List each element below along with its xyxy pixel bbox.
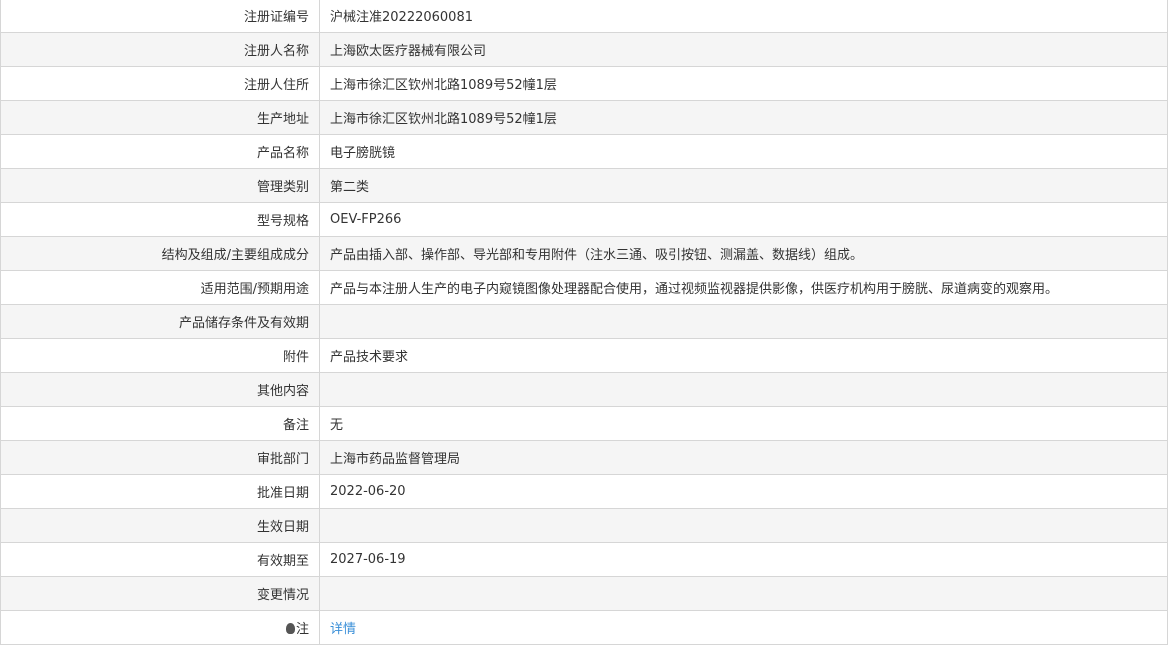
field-value: 沪械注准20222060081 xyxy=(319,0,1168,33)
table-row: 型号规格 OEV-FP266 xyxy=(0,202,1168,237)
field-value: 2027-06-19 xyxy=(319,542,1168,577)
field-label: 注册证编号 xyxy=(0,0,320,33)
field-label: 适用范围/预期用途 xyxy=(0,270,320,305)
field-label: 备注 xyxy=(0,406,320,441)
table-row: 附件 产品技术要求 xyxy=(0,338,1168,373)
field-label: 生效日期 xyxy=(0,508,320,543)
field-value xyxy=(319,304,1168,339)
field-value: 产品技术要求 xyxy=(319,338,1168,373)
note-label-cell: 注 xyxy=(0,610,320,645)
field-label: 有效期至 xyxy=(0,542,320,577)
field-value: 无 xyxy=(319,406,1168,441)
field-label: 生产地址 xyxy=(0,100,320,135)
field-value: 产品与本注册人生产的电子内窥镜图像处理器配合使用，通过视频监视器提供影像，供医疗… xyxy=(319,270,1168,305)
field-label: 审批部门 xyxy=(0,440,320,475)
field-label: 注册人住所 xyxy=(0,66,320,101)
lightbulb-icon xyxy=(285,623,295,634)
details-link[interactable]: 详情 xyxy=(330,622,356,637)
field-label: 注册人名称 xyxy=(0,32,320,67)
field-value: 电子膀胱镜 xyxy=(319,134,1168,169)
field-value: 产品由插入部、操作部、导光部和专用附件（注水三通、吸引按钮、测漏盖、数据线）组成… xyxy=(319,236,1168,271)
table-row: 生效日期 xyxy=(0,508,1168,543)
field-label: 产品储存条件及有效期 xyxy=(0,304,320,339)
table-row: 适用范围/预期用途 产品与本注册人生产的电子内窥镜图像处理器配合使用，通过视频监视… xyxy=(0,270,1168,305)
table-row: 注册人住所 上海市徐汇区钦州北路1089号52幢1层 xyxy=(0,66,1168,101)
table-row: 产品储存条件及有效期 xyxy=(0,304,1168,339)
field-label: 结构及组成/主要组成成分 xyxy=(0,236,320,271)
field-label: 附件 xyxy=(0,338,320,373)
field-value: OEV-FP266 xyxy=(319,202,1168,237)
table-row: 结构及组成/主要组成成分 产品由插入部、操作部、导光部和专用附件（注水三通、吸引按… xyxy=(0,236,1168,271)
field-label: 管理类别 xyxy=(0,168,320,203)
table-row: 备注无 xyxy=(0,406,1168,441)
field-value: 上海市徐汇区钦州北路1089号52幢1层 xyxy=(319,100,1168,135)
registration-detail-table: 注册证编号 沪械注准20222060081 注册人名称 上海欧太医疗器械有限公司 注册人… xyxy=(0,0,1168,645)
table-row: 批准日期 2022-06-20 xyxy=(0,474,1168,509)
field-value: 第二类 xyxy=(319,168,1168,203)
table-row: 生产地址 上海市徐汇区钦州北路1089号52幢1层 xyxy=(0,100,1168,135)
field-value xyxy=(319,576,1168,611)
field-value xyxy=(319,508,1168,543)
field-value: 上海市药品监督管理局 xyxy=(319,440,1168,475)
field-value: 上海市徐汇区钦州北路1089号52幢1层 xyxy=(319,66,1168,101)
field-label: 变更情况 xyxy=(0,576,320,611)
field-value: 2022-06-20 xyxy=(319,474,1168,509)
field-value xyxy=(319,372,1168,407)
note-row: 注 详情 xyxy=(0,610,1168,645)
field-label: 其他内容 xyxy=(0,372,320,407)
table-row: 注册证编号 沪械注准20222060081 xyxy=(0,0,1168,33)
field-label: 产品名称 xyxy=(0,134,320,169)
table-row: 产品名称 电子膀胱镜 xyxy=(0,134,1168,169)
table-row: 变更情况 xyxy=(0,576,1168,611)
table-row: 审批部门 上海市药品监督管理局 xyxy=(0,440,1168,475)
note-label: 注 xyxy=(295,622,309,637)
field-label: 批准日期 xyxy=(0,474,320,509)
table-row: 其他内容 xyxy=(0,372,1168,407)
table-row: 管理类别 第二类 xyxy=(0,168,1168,203)
table-row: 注册人名称 上海欧太医疗器械有限公司 xyxy=(0,32,1168,67)
table-row: 有效期至 2027-06-19 xyxy=(0,542,1168,577)
field-value: 上海欧太医疗器械有限公司 xyxy=(319,32,1168,67)
field-label: 型号规格 xyxy=(0,202,320,237)
